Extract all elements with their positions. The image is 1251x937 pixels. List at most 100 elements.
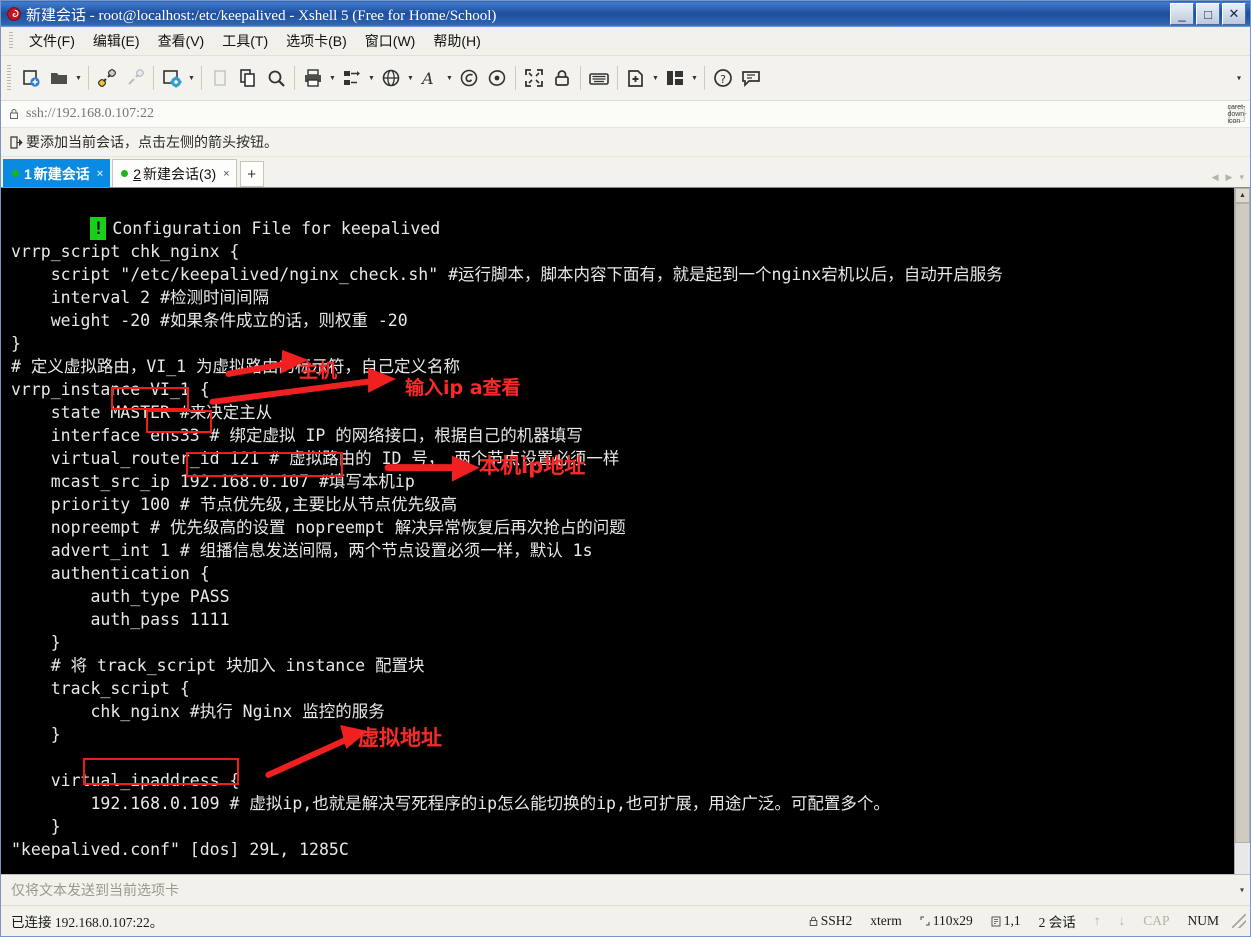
caret-down-icon[interactable]: ▼	[444, 63, 455, 93]
resize-grip[interactable]	[1232, 914, 1246, 928]
hint-text: 要添加当前会话，点击左侧的箭头按钮。	[26, 134, 278, 150]
terminal-line: }	[11, 633, 61, 652]
disconnect-icon[interactable]	[121, 63, 149, 93]
window-buttons: _ □ ✕	[1170, 3, 1248, 25]
caret-down-icon[interactable]: ▼	[366, 63, 377, 93]
toolbar-separator	[294, 66, 295, 90]
terminal-header-text: Configuration File for keepalived	[112, 219, 441, 238]
terminal-line: vrrp_instance VI_1 {	[11, 380, 210, 399]
lock-icon[interactable]	[548, 63, 576, 93]
status-upload-indicator: ↑	[1093, 913, 1101, 928]
tab-next-icon[interactable]: ▶	[1226, 172, 1233, 183]
caret-down-icon[interactable]: ▼	[650, 63, 661, 93]
minimize-button[interactable]: _	[1170, 3, 1194, 25]
paste-plain-icon[interactable]	[206, 63, 234, 93]
close-icon[interactable]: ×	[97, 168, 103, 180]
menubar-grip[interactable]	[9, 32, 13, 50]
terminal-line: virtual_ipaddress {	[11, 771, 240, 790]
terminal-line: chk_nginx #执行 Nginx 监控的服务	[11, 702, 385, 721]
terminal-line: }	[11, 817, 61, 836]
status-protocol-label: SSH2	[820, 913, 853, 928]
connect-icon[interactable]	[93, 63, 121, 93]
add-session-arrow-icon[interactable]	[10, 135, 26, 149]
terminal-line: # 将 track_script 块加入 instance 配置块	[11, 656, 425, 675]
status-sessions: 2 会话	[1038, 915, 1076, 930]
tab-prev-icon[interactable]: ◀	[1212, 172, 1219, 183]
terminal-line: }	[11, 334, 21, 353]
menu-tools[interactable]: 工具(T)	[213, 28, 277, 54]
window-title: 新建会话 - root@localhost:/etc/keepalived - …	[26, 7, 497, 24]
caret-down-icon[interactable]: ▾	[1240, 886, 1244, 895]
copy-icon[interactable]	[234, 63, 262, 93]
caret-down-icon[interactable]: ▼	[73, 63, 84, 93]
tab-strip: 1 新建会话 × 2 新建会话 (3) × + ◀ ▶ ▾	[1, 157, 1250, 187]
status-size: 110x29	[911, 913, 982, 929]
send-to-tab-bar[interactable]: 仅将文本发送到当前选项卡 ▾	[1, 874, 1250, 905]
tab-session-1[interactable]: 1 新建会话 ×	[3, 159, 111, 187]
tab-label: 新建会话	[33, 165, 90, 182]
add-tab-icon[interactable]	[622, 63, 650, 93]
toolbar-separator	[201, 66, 202, 90]
menu-tabs[interactable]: 选项卡(B)	[277, 28, 356, 54]
toolbar-overflow-button[interactable]: ▾	[1232, 74, 1246, 83]
scrollbar-thumb[interactable]	[1235, 203, 1250, 843]
terminal-line: "keepalived.conf" [dos] 29L, 1285C	[11, 840, 349, 859]
caret-down-icon[interactable]: ▼	[327, 63, 338, 93]
status-size-label: 110x29	[932, 913, 973, 928]
transfer-file-icon[interactable]	[338, 63, 366, 93]
ssh-tunnel-icon[interactable]	[455, 63, 483, 93]
toolbar-grip[interactable]	[7, 65, 11, 91]
menu-edit[interactable]: 编辑(E)	[84, 28, 149, 54]
menu-file[interactable]: 文件(F)	[20, 28, 84, 54]
font-icon[interactable]: A	[416, 63, 444, 93]
status-bar: 已连接 192.168.0.107:22。 SSH2 xterm 110x29 …	[1, 905, 1250, 936]
close-icon[interactable]: ×	[223, 168, 229, 180]
new-session-icon[interactable]	[17, 63, 45, 93]
print-icon[interactable]	[299, 63, 327, 93]
tab-status-dot-icon	[121, 170, 129, 177]
toolbar-separator	[617, 66, 618, 90]
tab-nav-controls: ◀ ▶ ▾	[1212, 172, 1244, 183]
terminal-line: authentication {	[11, 564, 210, 583]
keyboard-icon[interactable]	[585, 63, 613, 93]
feedback-icon[interactable]	[737, 63, 765, 93]
open-folder-icon[interactable]	[45, 63, 73, 93]
menu-view[interactable]: 查看(V)	[149, 28, 214, 54]
screen-size-icon	[920, 916, 930, 926]
caret-down-icon[interactable]: ▼	[405, 63, 416, 93]
scroll-up-icon[interactable]: ▲	[1235, 188, 1250, 203]
maximize-button[interactable]: □	[1196, 3, 1220, 25]
menu-help[interactable]: 帮助(H)	[424, 28, 489, 54]
find-icon[interactable]	[262, 63, 290, 93]
trace-route-icon[interactable]	[483, 63, 511, 93]
terminal-scrollbar[interactable]: ▲	[1234, 188, 1250, 874]
session-properties-icon[interactable]	[158, 63, 186, 93]
terminal-line: interface ens33 # 绑定虚拟 IP 的网络接口，根据自己的机器填…	[11, 426, 583, 445]
status-num-lock: NUM	[1187, 913, 1219, 928]
terminal-output[interactable]: ! Configuration File for keepalived vrrp_…	[1, 188, 1234, 874]
send-to-tab-placeholder: 仅将文本发送到当前选项卡	[11, 882, 179, 898]
close-button[interactable]: ✕	[1222, 3, 1246, 25]
fullscreen-icon[interactable]	[520, 63, 548, 93]
caret-down-icon[interactable]: ▼	[186, 63, 197, 93]
browser-icon[interactable]	[377, 63, 405, 93]
terminal-line: 192.168.0.109 # 虚拟ip,也就是解决写死程序的ip怎么能切换的i…	[11, 794, 890, 813]
status-download-indicator: ↓	[1118, 913, 1126, 928]
connection-status: 已连接 192.168.0.107:22。	[11, 915, 164, 930]
split-layout-icon[interactable]	[661, 63, 689, 93]
new-tab-button[interactable]: +	[239, 161, 264, 187]
help-icon[interactable]: ?	[709, 63, 737, 93]
toolbar-separator	[704, 66, 705, 90]
menu-window[interactable]: 窗口(W)	[356, 28, 425, 54]
terminal-line: auth_pass 1111	[11, 610, 230, 629]
vim-modified-badge: !	[90, 217, 107, 240]
terminal-area: ! Configuration File for keepalived vrrp_…	[1, 187, 1250, 874]
address-input[interactable]: ssh://192.168.0.107:22	[23, 106, 1229, 122]
address-bar: ssh://192.168.0.107:22 caret-down-icon	[1, 101, 1250, 128]
caret-down-icon[interactable]: caret-down-icon	[1227, 104, 1246, 125]
caret-down-icon[interactable]: ▼	[689, 63, 700, 93]
tab-session-2[interactable]: 2 新建会话 (3) ×	[112, 159, 237, 187]
terminal-line: track_script {	[11, 679, 190, 698]
status-cursor-label: 1,1	[1003, 913, 1021, 928]
tab-menu-icon[interactable]: ▾	[1239, 172, 1244, 183]
